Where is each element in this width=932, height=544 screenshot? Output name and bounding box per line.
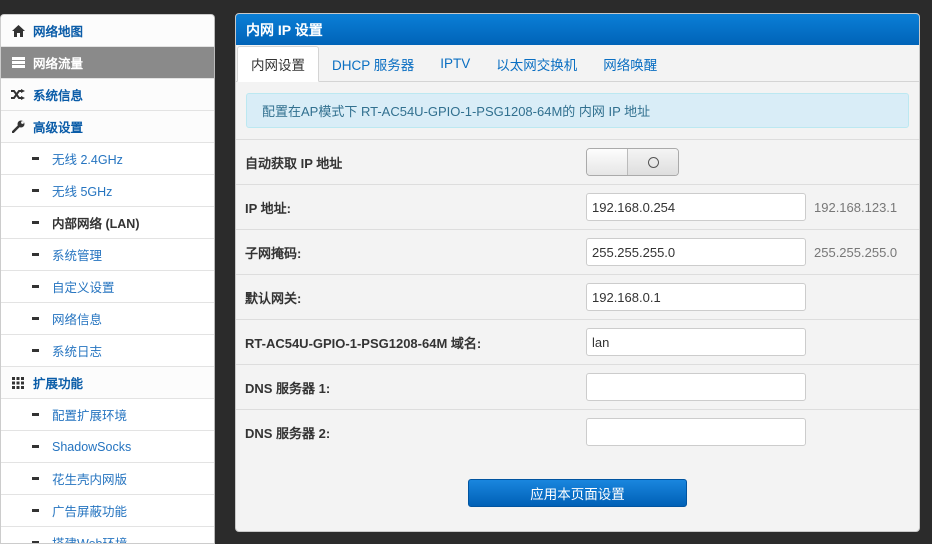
info-notice: 配置在AP模式下 RT-AC54U-GPIO-1-PSG1208-64M的 内网…: [246, 93, 909, 128]
sidebar-item-system-info[interactable]: 系统信息: [1, 79, 214, 111]
grid-icon: [11, 376, 25, 390]
sidebar-item-wireless-5[interactable]: 无线 5GHz: [1, 175, 214, 207]
dash-icon: [32, 253, 39, 256]
auto-ip-toggle[interactable]: [586, 148, 679, 176]
gateway-label: 默认网关:: [245, 290, 302, 306]
domain-input[interactable]: [586, 328, 806, 356]
tab-dhcp-server[interactable]: DHCP 服务器: [319, 46, 427, 81]
ip-label: IP 地址:: [245, 200, 291, 216]
gateway-row: 默认网关:: [236, 274, 919, 319]
circle-icon: [647, 156, 659, 168]
sidebar-item-label: 网络流量: [33, 57, 84, 71]
tab-iptv[interactable]: IPTV: [427, 46, 483, 81]
sidebar-item-label: 自定义设置: [52, 281, 115, 295]
toggle-on-half: [628, 149, 678, 175]
dash-icon: [32, 509, 39, 512]
sidebar-item-ext-env[interactable]: 配置扩展环境: [1, 399, 214, 431]
dash-icon: [32, 189, 39, 192]
dns1-row: DNS 服务器 1:: [236, 364, 919, 409]
dash-icon: [32, 445, 39, 448]
shuffle-icon: [11, 88, 25, 102]
sidebar-item-label: 系统日志: [52, 345, 103, 359]
traffic-icon: [11, 56, 25, 70]
subnet-mask-input[interactable]: [586, 238, 806, 266]
sidebar-item-oray[interactable]: 花生壳内网版: [1, 463, 214, 495]
sidebar-item-lan[interactable]: 内部网络 (LAN): [1, 207, 214, 239]
dash-icon: [32, 413, 39, 416]
toggle-off-half: [587, 149, 628, 175]
sidebar-item-syslog[interactable]: 系统日志: [1, 335, 214, 367]
auto-ip-row: 自动获取 IP 地址: [236, 139, 919, 184]
sidebar-item-wireless-24[interactable]: 无线 2.4GHz: [1, 143, 214, 175]
sidebar-item-label: 网络地图: [33, 25, 84, 39]
sidebar: 网络地图 网络流量 系统信息 高级设置 无线 2.4GHz 无线 5GHz 内部…: [0, 14, 215, 544]
mask-hint: 255.255.255.0: [814, 244, 898, 260]
panel-title: 内网 IP 设置: [236, 14, 919, 45]
sidebar-item-label: 无线 5GHz: [52, 185, 113, 199]
apply-button[interactable]: 应用本页面设置: [468, 479, 687, 507]
sidebar-item-label: 内部网络 (LAN): [52, 217, 140, 231]
mask-row: 子网掩码: 255.255.255.0: [236, 229, 919, 274]
sidebar-item-adblock[interactable]: 广告屏蔽功能: [1, 495, 214, 527]
auto-ip-label: 自动获取 IP 地址: [245, 155, 343, 171]
tab-lan-settings[interactable]: 内网设置: [237, 46, 319, 82]
sidebar-item-label: ShadowSocks: [52, 439, 132, 454]
dns2-input[interactable]: [586, 418, 806, 446]
sidebar-item-label: 系统信息: [33, 89, 84, 103]
sidebar-item-label: 无线 2.4GHz: [52, 153, 123, 167]
sidebar-item-label: 网络信息: [52, 313, 103, 327]
dash-icon: [32, 285, 39, 288]
sidebar-item-admin[interactable]: 系统管理: [1, 239, 214, 271]
dns1-input[interactable]: [586, 373, 806, 401]
sidebar-item-label: 搭建Web环境: [52, 537, 128, 544]
sidebar-item-network-map[interactable]: 网络地图: [1, 15, 214, 47]
dash-icon: [32, 349, 39, 352]
dns2-label: DNS 服务器 2:: [245, 425, 331, 441]
sidebar-item-netinfo[interactable]: 网络信息: [1, 303, 214, 335]
ip-address-input[interactable]: [586, 193, 806, 221]
sidebar-item-label: 配置扩展环境: [52, 409, 128, 423]
dash-icon: [32, 477, 39, 480]
apply-area: 应用本页面设置: [236, 479, 919, 507]
sidebar-item-advanced[interactable]: 高级设置: [1, 111, 214, 143]
domain-row: RT-AC54U-GPIO-1-PSG1208-64M 域名:: [236, 319, 919, 364]
dns2-row: DNS 服务器 2:: [236, 409, 919, 454]
sidebar-item-label: 花生壳内网版: [52, 473, 128, 487]
sidebar-item-traffic[interactable]: 网络流量: [1, 47, 214, 79]
tab-ethernet-switch[interactable]: 以太网交换机: [483, 46, 590, 81]
dash-icon: [32, 221, 39, 224]
tab-bar: 内网设置 DHCP 服务器 IPTV 以太网交换机 网络唤醒: [236, 45, 919, 82]
wrench-icon: [11, 120, 25, 134]
domain-label: RT-AC54U-GPIO-1-PSG1208-64M 域名:: [245, 335, 482, 351]
lan-ip-panel: 内网 IP 设置 内网设置 DHCP 服务器 IPTV 以太网交换机 网络唤醒 …: [235, 13, 920, 532]
home-icon: [11, 24, 25, 38]
dash-icon: [32, 157, 39, 160]
ip-hint: 192.168.123.1: [814, 199, 898, 215]
sidebar-item-custom[interactable]: 自定义设置: [1, 271, 214, 303]
sidebar-item-label: 广告屏蔽功能: [52, 505, 128, 519]
gateway-input[interactable]: [586, 283, 806, 311]
dns1-label: DNS 服务器 1:: [245, 380, 331, 396]
tab-wake-on-lan[interactable]: 网络唤醒: [590, 46, 670, 81]
sidebar-item-extensions[interactable]: 扩展功能: [1, 367, 214, 399]
sidebar-item-label: 高级设置: [33, 121, 84, 135]
dash-icon: [32, 317, 39, 320]
lan-form: 自动获取 IP 地址 IP 地址: 192.168.123.1 子网掩码: 25…: [236, 139, 919, 454]
sidebar-item-web-env[interactable]: 搭建Web环境: [1, 527, 214, 544]
sidebar-item-label: 扩展功能: [33, 377, 84, 391]
sidebar-item-shadowsocks[interactable]: ShadowSocks: [1, 431, 214, 463]
ip-row: IP 地址: 192.168.123.1: [236, 184, 919, 229]
sidebar-item-label: 系统管理: [52, 249, 103, 263]
mask-label: 子网掩码:: [245, 245, 302, 261]
